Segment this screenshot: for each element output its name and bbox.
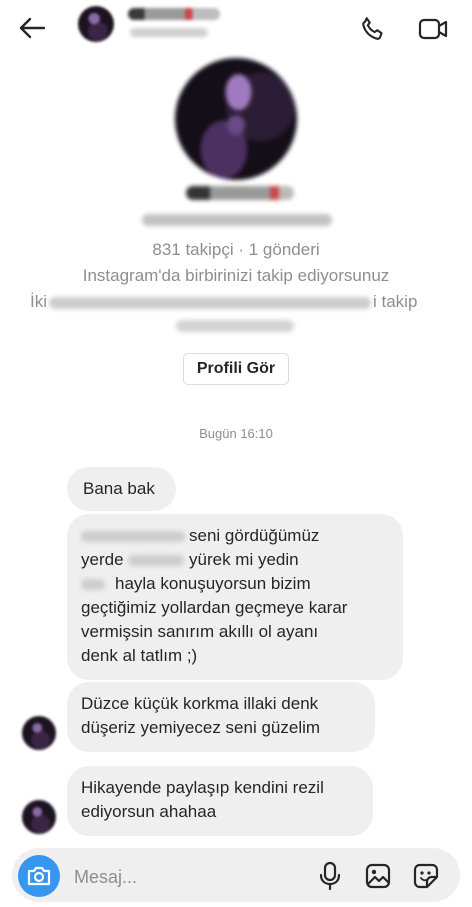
mutual-follow-text: Instagram'da birbirinizi takip ediyorsun… bbox=[82, 266, 390, 285]
message-text: Düzce küçük korkma illaki denk bbox=[81, 694, 319, 713]
message-line: seni gördüğümüz bbox=[81, 524, 389, 548]
gallery-icon bbox=[365, 863, 391, 889]
gallery-button[interactable] bbox=[363, 860, 393, 892]
redacted-text bbox=[49, 296, 371, 309]
mutual-followers-suffix: i takip bbox=[373, 292, 418, 311]
message-text: düşeriz yemiyecez seni güzelim bbox=[81, 718, 321, 737]
camera-icon bbox=[27, 866, 51, 886]
sender-avatar[interactable] bbox=[22, 716, 56, 750]
profile-avatar[interactable] bbox=[175, 58, 297, 180]
message-line: hayla konuşuyorsun bizim bbox=[81, 572, 389, 596]
back-button[interactable] bbox=[14, 10, 50, 46]
message-bubble[interactable]: Hikayende paylaşıp kendini rezil ediyors… bbox=[67, 766, 373, 836]
redacted-text bbox=[81, 579, 105, 591]
message-line: yerde yürek mi yedin bbox=[81, 548, 389, 572]
sticker-button[interactable] bbox=[410, 860, 442, 892]
message-bubble[interactable]: Düzce küçük korkma illaki denk düşeriz y… bbox=[67, 682, 375, 752]
camera-button[interactable] bbox=[18, 855, 60, 897]
phone-icon bbox=[362, 17, 383, 40]
message-text: denk al tatlım ;) bbox=[81, 646, 198, 665]
profile-username-redacted bbox=[142, 214, 332, 226]
header-subtitle-redacted bbox=[130, 28, 208, 37]
redacted-text bbox=[176, 320, 294, 332]
message-text: Hikayende paylaşıp kendini rezil bbox=[81, 778, 324, 797]
message-text: vermişsin sanırım akıllı ol ayanı bbox=[81, 622, 319, 641]
thread-timestamp: Bugün 16:10 bbox=[199, 426, 273, 441]
message-input[interactable]: Mesaj... bbox=[74, 867, 137, 888]
profile-stats: 831 takipçi · 1 gönderi bbox=[152, 240, 320, 259]
sender-avatar[interactable] bbox=[22, 800, 56, 834]
message-text: Bana bak bbox=[83, 479, 155, 498]
redacted-text bbox=[81, 531, 185, 543]
message-text: seni gördüğümüz bbox=[189, 526, 320, 545]
voice-message-button[interactable] bbox=[316, 860, 344, 892]
message-text: geçtiğimiz yollardan geçmeye karar bbox=[81, 598, 348, 617]
header-avatar[interactable] bbox=[78, 6, 114, 42]
arrow-left-icon bbox=[19, 17, 46, 39]
view-profile-button[interactable]: Profili Gör bbox=[183, 353, 289, 385]
message-bubble[interactable]: Bana bak bbox=[67, 467, 176, 511]
message-text: yerde bbox=[81, 550, 124, 569]
mutual-followers-prefix: İki bbox=[30, 292, 47, 311]
message-bubble[interactable]: seni gördüğümüz yerde yürek mi yedin hay… bbox=[67, 514, 403, 680]
header-username-redacted[interactable] bbox=[128, 8, 220, 20]
message-text: yürek mi yedin bbox=[189, 550, 299, 569]
sticker-icon bbox=[413, 863, 439, 889]
message-text: hayla konuşuyorsun bizim bbox=[115, 574, 311, 593]
video-camera-icon bbox=[418, 18, 448, 40]
redacted-text bbox=[128, 555, 185, 567]
profile-name-redacted bbox=[186, 186, 294, 200]
microphone-icon bbox=[319, 861, 341, 891]
video-call-button[interactable] bbox=[414, 12, 452, 46]
message-text: ediyorsun ahahaa bbox=[81, 802, 217, 821]
call-button[interactable] bbox=[356, 12, 390, 46]
mutual-followers-text: İki i takip bbox=[30, 292, 440, 312]
